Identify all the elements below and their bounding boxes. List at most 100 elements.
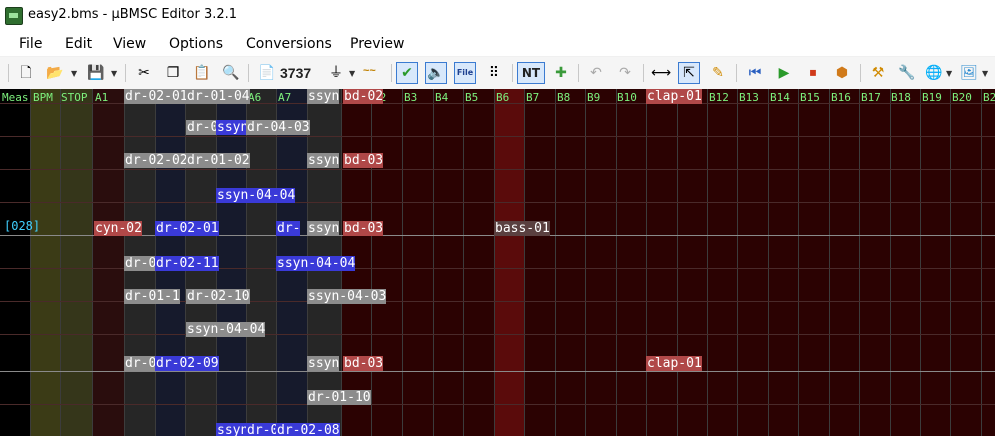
note[interactable]: dr-02-01 — [155, 221, 219, 236]
stop-lane — [60, 89, 92, 436]
note[interactable]: dr-0 — [124, 256, 157, 271]
note[interactable]: bd-03 — [343, 356, 384, 371]
note[interactable]: dr-01-10 — [307, 390, 371, 405]
speaker-icon[interactable]: 🔈 — [425, 62, 447, 84]
column-header: A1 — [95, 91, 109, 104]
vertical-split-icon[interactable]: ⏚ — [325, 62, 347, 84]
wave-icon[interactable]: ~~ — [363, 65, 376, 77]
note-label: ssyn-04-04 — [217, 188, 296, 203]
menu-file[interactable]: File — [19, 36, 42, 52]
copy-icon[interactable]: ❐ — [162, 62, 184, 84]
select-tool-icon[interactable]: ⇱ — [678, 62, 700, 84]
note[interactable]: dr-01-04 — [186, 89, 250, 104]
nt-icon[interactable]: NT — [517, 62, 545, 84]
toolbar-separator — [643, 64, 644, 82]
stats-icon[interactable]: 📄 — [256, 62, 278, 84]
note[interactable]: dr-02-08 — [276, 423, 340, 436]
note[interactable]: cyn-02 — [94, 221, 142, 236]
line-tool-icon[interactable]: ⟷ — [650, 62, 672, 84]
open-folder-icon[interactable]: 📂 — [44, 62, 66, 84]
lane-b6 — [494, 89, 524, 436]
note-label: bd-03 — [344, 221, 384, 236]
note[interactable]: dr-02-10 — [186, 289, 250, 304]
note-label: dr-02-01 — [125, 89, 188, 104]
note-label: ssyn-04-04 — [187, 322, 266, 337]
note[interactable]: ssyn-04-04 — [216, 188, 296, 203]
window-title: easy2.bms - µBMSC Editor 3.2.1 — [28, 7, 238, 22]
chevron-down-icon[interactable]: ▼ — [349, 69, 355, 78]
undo-icon[interactable]: ↶ — [585, 62, 607, 84]
note[interactable]: dr-01-1 — [124, 289, 180, 304]
redo-icon[interactable]: ↷ — [614, 62, 636, 84]
note[interactable]: ssyn — [307, 153, 340, 168]
grid-dots-icon[interactable]: ⠿ — [483, 62, 505, 84]
chevron-down-icon[interactable]: ▼ — [982, 69, 988, 78]
column-header: B8 — [557, 91, 571, 104]
column-header: B10 — [617, 91, 637, 104]
chevron-down-icon[interactable]: ▼ — [111, 69, 117, 78]
chevron-down-icon[interactable]: ▼ — [71, 69, 77, 78]
chevron-down-icon[interactable]: ▼ — [946, 69, 952, 78]
menu-view[interactable]: View — [113, 36, 146, 52]
note[interactable]: dr-02-01 — [124, 89, 188, 104]
note[interactable]: ssyn — [307, 89, 340, 104]
note-label: dr-0 — [125, 256, 157, 271]
paste-icon[interactable]: 📋 — [191, 62, 213, 84]
toolbar-separator — [391, 64, 392, 82]
menu-edit[interactable]: Edit — [65, 36, 92, 52]
column-header: B13 — [739, 91, 759, 104]
save-icon[interactable]: 💾 — [85, 62, 107, 84]
note[interactable]: ssyn — [307, 221, 340, 236]
menu-preview[interactable]: Preview — [350, 36, 405, 52]
lane-a6 — [246, 89, 276, 436]
note[interactable]: ssyn — [307, 356, 340, 371]
toolbar: 🗋 📂 ▼ 💾 ▼ ✂ ❐ 📋 🔍 📄 3737 ⏚ ▼ ~~ ✔ 🔈 File… — [0, 57, 995, 90]
note-label: ssyn — [217, 423, 249, 436]
column-header: B14 — [770, 91, 790, 104]
note[interactable]: bd-03 — [343, 153, 384, 168]
column-header: B18 — [891, 91, 911, 104]
note[interactable]: dr-02-02 — [124, 153, 188, 168]
note-label: dr-01-1 — [125, 289, 180, 304]
new-file-icon[interactable]: 🗋 — [15, 62, 37, 84]
note[interactable]: clap-01 — [646, 89, 702, 104]
menu-conversions[interactable]: Conversions — [246, 36, 332, 52]
column-header: B5 — [465, 91, 479, 104]
file-icon[interactable]: File — [454, 62, 476, 84]
note[interactable]: ssyn — [216, 423, 249, 436]
play-icon[interactable]: ▶ — [773, 62, 795, 84]
toolbar-grip — [8, 64, 9, 82]
note[interactable]: dr-01-02 — [186, 153, 250, 168]
wand-icon[interactable]: ⚒ — [867, 62, 889, 84]
puzzle-icon[interactable]: ✚ — [550, 62, 572, 84]
toolbar-separator — [736, 64, 737, 82]
note[interactable]: ssyn-04-04 — [276, 256, 356, 271]
note[interactable]: dr-02-09 — [155, 356, 219, 371]
note[interactable]: bass-01 — [494, 221, 550, 236]
check-icon[interactable]: ✔ — [396, 62, 418, 84]
note[interactable]: dr- — [276, 221, 301, 236]
note[interactable]: ssyn-04-04 — [186, 322, 266, 337]
cut-icon[interactable]: ✂ — [133, 62, 155, 84]
note[interactable]: ssyn-04-03 — [307, 289, 387, 304]
note[interactable]: clap-01 — [646, 356, 702, 371]
note-label: cyn-02 — [95, 221, 142, 236]
image-icon[interactable]: 🖼 — [958, 62, 980, 84]
note[interactable]: dr-0 — [124, 356, 157, 371]
column-header: B9 — [587, 91, 601, 104]
globe-icon[interactable]: 🌐 — [923, 62, 945, 84]
find-icon[interactable]: 🔍 — [220, 62, 242, 84]
play-from-start-icon[interactable]: ⏮ — [744, 62, 766, 84]
column-header: BPM — [33, 91, 53, 104]
note-label: bd-03 — [344, 356, 384, 371]
note[interactable]: dr-02-11 — [155, 256, 219, 271]
menu-options[interactable]: Options — [169, 36, 223, 52]
wrench-icon[interactable]: 🔧 — [896, 62, 918, 84]
stop-icon[interactable]: ⏹ — [802, 62, 824, 84]
note[interactable]: bd-02 — [343, 89, 384, 104]
note[interactable]: dr-04-03 — [246, 120, 310, 135]
pencil-tool-icon[interactable]: ✎ — [707, 62, 729, 84]
note-editor[interactable]: Meas BPM STOP A1 A5 A6 A7 B2 B3 B4 B5 B6… — [0, 89, 995, 436]
settings-hex-icon[interactable]: ⬢ — [831, 62, 853, 84]
note[interactable]: bd-03 — [343, 221, 384, 236]
